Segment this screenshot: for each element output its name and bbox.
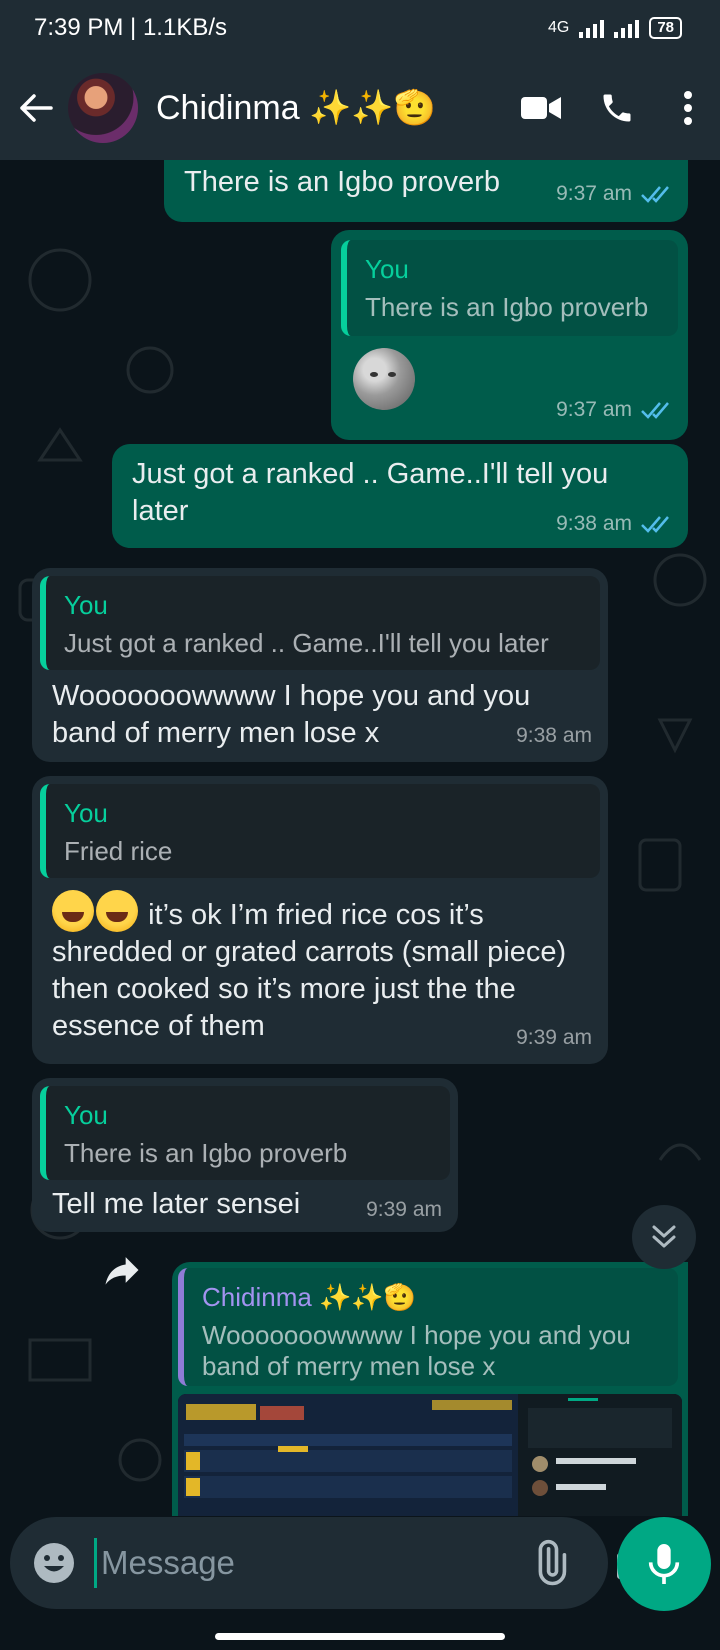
avatar[interactable] (68, 73, 138, 143)
message-meta: 9:37 am (556, 398, 672, 422)
read-ticks-icon (640, 184, 672, 204)
message-meta: 9:38 am (556, 512, 672, 536)
laughing-tears-emoji (52, 890, 94, 932)
video-call-icon[interactable] (516, 83, 566, 133)
reply-quote[interactable]: You Fried rice (40, 784, 600, 878)
quote-text: There is an Igbo proverb (365, 292, 649, 322)
laughing-tears-emoji (96, 890, 138, 932)
battery-icon: 78 (649, 17, 682, 39)
read-ticks-icon (640, 514, 672, 534)
attach-icon[interactable] (526, 1539, 574, 1587)
forward-icon[interactable] (100, 1248, 144, 1292)
quote-text: There is an Igbo proverb (64, 1138, 348, 1168)
voice-call-icon[interactable] (592, 83, 642, 133)
quote-text: Wooooooowwww I hope you and you band of … (202, 1320, 631, 1381)
message-composer (10, 1517, 655, 1609)
more-options-icon[interactable] (668, 83, 708, 133)
back-arrow-icon[interactable] (16, 88, 56, 128)
quote-author: You (64, 798, 108, 828)
message-input[interactable] (94, 1538, 526, 1588)
message-time: 9:38 am (556, 512, 632, 535)
read-ticks-icon (640, 400, 672, 420)
quote-author: You (64, 1100, 108, 1130)
quote-author: You (64, 590, 108, 620)
message-time: 9:38 am (516, 724, 592, 747)
image-attachment[interactable] (178, 1394, 682, 1516)
voice-record-button[interactable] (617, 1517, 711, 1611)
message-bubble-outgoing[interactable]: Chidinma ✨✨🫡 Wooooooowwww I hope you and… (172, 1262, 688, 1516)
message-meta: 9:37 am (556, 182, 672, 206)
message-time: 9:37 am (556, 398, 632, 421)
chat-area[interactable]: There is an Igbo proverb 9:37 am You The… (0, 160, 720, 1516)
home-indicator[interactable] (215, 1633, 505, 1640)
quote-text: Just got a ranked .. Game..I'll tell you… (64, 628, 549, 658)
quote-text: Fried rice (64, 836, 173, 866)
status-icons: 4G 78 (548, 17, 682, 39)
reply-quote[interactable]: You There is an Igbo proverb (341, 240, 678, 336)
message-bubble-incoming[interactable]: You Just got a ranked .. Game..I'll tell… (32, 568, 608, 762)
message-time: 9:39 am (516, 1026, 592, 1049)
message-time: 9:37 am (556, 182, 632, 205)
emoji-icon[interactable] (32, 1541, 76, 1585)
message-text: Tell me later sensei (52, 1188, 301, 1220)
signal-icon (614, 18, 640, 38)
scroll-to-bottom-button[interactable] (632, 1205, 696, 1269)
reply-quote[interactable]: You Just got a ranked .. Game..I'll tell… (40, 576, 600, 670)
reply-quote[interactable]: You There is an Igbo proverb (40, 1086, 450, 1180)
message-bubble-incoming[interactable]: You There is an Igbo proverb Tell me lat… (32, 1078, 458, 1232)
double-chevron-down-icon (652, 1225, 676, 1248)
microphone-icon (648, 1544, 680, 1584)
contact-name[interactable]: Chidinma ✨✨🫡 (156, 88, 516, 128)
message-bubble-outgoing[interactable]: Just got a ranked .. Game..I'll tell you… (112, 444, 688, 548)
quote-author: You (365, 254, 409, 284)
status-bar: 7:39 PM | 1.1KB/s 4G 78 (0, 0, 720, 56)
quote-author: Chidinma ✨✨🫡 (202, 1282, 417, 1312)
message-bubble-outgoing[interactable]: There is an Igbo proverb 9:37 am (164, 160, 688, 222)
message-text: There is an Igbo proverb (184, 166, 500, 198)
chat-header: Chidinma ✨✨🫡 (0, 56, 720, 160)
reply-quote[interactable]: Chidinma ✨✨🫡 Wooooooowwww I hope you and… (178, 1268, 678, 1386)
status-time: 7:39 PM | 1.1KB/s (34, 14, 227, 41)
message-content: it’s ok I’m fried rice cos it’s shredded… (52, 890, 572, 1045)
message-bubble-outgoing[interactable]: You There is an Igbo proverb 9:37 am (331, 230, 688, 440)
message-text: Wooooooowwww I hope you and you band of … (52, 680, 531, 749)
message-time: 9:39 am (366, 1198, 442, 1221)
signal-icon (579, 18, 605, 38)
message-bubble-incoming[interactable]: You Fried rice it’s ok I’m fried rice co… (32, 776, 608, 1064)
network-type: 4G (547, 19, 570, 36)
match-screenshot-image (178, 1394, 682, 1516)
moon-face-emoji (353, 348, 415, 410)
